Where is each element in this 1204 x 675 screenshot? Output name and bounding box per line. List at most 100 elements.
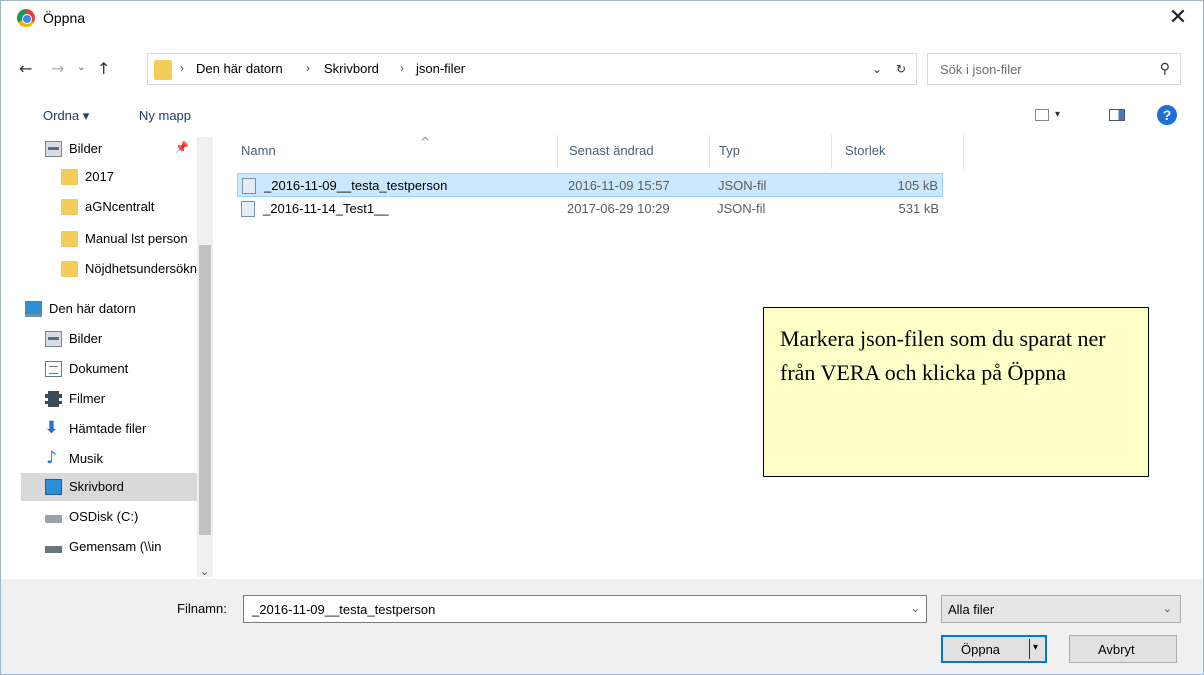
column-header-name[interactable]: Namn [241, 143, 276, 173]
file-type-select[interactable]: Alla filer ⌄ [941, 595, 1181, 623]
sidebar-item-label: Gemensam (\\in [69, 539, 162, 554]
search-placeholder: Sök i json-filer [940, 62, 1022, 77]
back-arrow-icon[interactable]: ← [19, 59, 32, 78]
chrome-app-icon [17, 9, 35, 27]
search-input[interactable]: Sök i json-filer ⚲ [927, 53, 1181, 85]
navigation-row: ← → ⌄ ↑ › Den här datorn › Skrivbord › j… [1, 53, 1203, 89]
organize-button[interactable]: Ordna ▾ [43, 108, 89, 124]
forward-arrow-icon[interactable]: → [51, 59, 64, 78]
up-arrow-icon[interactable]: ↑ [97, 59, 110, 78]
sidebar-item-hamtade-filer[interactable]: ⬇ Hämtade filer [41, 415, 199, 443]
cancel-button-label: Avbryt [1098, 642, 1135, 657]
filename-label: Filnamn: [177, 601, 227, 616]
file-type-dropdown-icon[interactable]: ⌄ [1163, 602, 1172, 615]
address-bar[interactable]: › Den här datorn › Skrivbord › json-file… [147, 53, 917, 85]
breadcrumb-json-filer[interactable]: json-filer [416, 61, 465, 76]
file-type: JSON-fil [717, 201, 766, 216]
sidebar-item-dokument[interactable]: Dokument [41, 355, 199, 383]
sidebar-item-skrivbord[interactable]: Skrivbord [21, 473, 199, 501]
file-type-value: Alla filer [948, 602, 995, 617]
network-drive-icon [45, 546, 62, 553]
open-options-dropdown-icon[interactable]: ▾ [1033, 642, 1038, 653]
sidebar-item-label: Musik [69, 451, 103, 466]
sidebar-item-label: Dokument [69, 361, 129, 376]
command-toolbar: Ordna ▾ Ny mapp ▾ ? [1, 101, 1203, 133]
column-header-size[interactable]: Storlek [845, 143, 885, 173]
json-file-icon [241, 201, 255, 217]
column-divider[interactable] [557, 135, 558, 169]
breadcrumb-separator-icon: › [306, 61, 310, 75]
file-name: _2016-11-09__testa_testperson [264, 178, 448, 193]
sidebar-item-this-pc[interactable]: Den här datorn [21, 295, 199, 323]
sidebar-item-label: aGNcentralt [85, 199, 155, 214]
cancel-button[interactable]: Avbryt [1069, 635, 1177, 663]
file-size: 105 kB [897, 178, 938, 193]
sidebar-item-label: Nöjdhetsundersökning [85, 261, 199, 276]
sidebar-item-filmer[interactable]: Filmer [41, 385, 199, 413]
breadcrumb-separator-icon: › [180, 61, 184, 75]
scroll-down-icon[interactable]: ⌄ [200, 565, 209, 578]
column-divider[interactable] [709, 135, 710, 169]
breadcrumb-skrivbord[interactable]: Skrivbord [324, 61, 379, 76]
file-type: JSON-fil [718, 178, 767, 193]
window-title: Öppna [43, 10, 86, 26]
sidebar-item-label: Bilder [69, 141, 103, 156]
sidebar-item-musik[interactable]: ♪ Musik [41, 445, 199, 473]
help-icon[interactable]: ? [1157, 105, 1177, 125]
search-icon[interactable]: ⚲ [1160, 61, 1170, 77]
file-modified: 2017-06-29 10:29 [567, 201, 670, 216]
file-modified: 2016-11-09 15:57 [568, 178, 670, 193]
instruction-callout: Markera json-filen som du sparat ner frå… [763, 307, 1149, 477]
folder-icon [61, 199, 78, 215]
close-button[interactable]: ✕ [1155, 3, 1201, 35]
address-dropdown-icon[interactable]: ⌄ [872, 62, 882, 76]
sidebar-item-2017[interactable]: 2017 [41, 163, 199, 191]
sidebar-item-manual[interactable]: Manual lst person [41, 225, 199, 253]
music-icon: ♪ [46, 448, 57, 468]
file-row[interactable]: _2016-11-09__testa_testperson 2016-11-09… [237, 173, 943, 197]
sort-ascending-icon: ^ [420, 135, 431, 149]
column-divider[interactable] [963, 135, 964, 169]
folder-icon [61, 261, 78, 277]
disk-icon [45, 515, 62, 523]
preview-pane-icon[interactable] [1109, 109, 1125, 121]
column-divider[interactable] [831, 135, 832, 169]
filename-dropdown-icon[interactable]: ⌄ [911, 602, 920, 615]
dialog-footer: Filnamn: _2016-11-09__testa_testperson ⌄… [1, 579, 1203, 674]
title-bar: Öppna ✕ [1, 1, 1203, 39]
column-header-type[interactable]: Typ [719, 143, 740, 173]
sidebar-item-label: Manual lst person [85, 231, 188, 246]
sidebar-item-label: Den här datorn [49, 301, 136, 316]
sidebar-item-bilder[interactable]: Bilder [41, 325, 199, 353]
breadcrumb-den-har-datorn[interactable]: Den här datorn [196, 61, 283, 76]
recent-locations-dropdown-icon[interactable]: ⌄ [77, 62, 85, 73]
navigation-pane: Bilder 📌 ^ 2017 aGNcentralt Manual lst p… [21, 135, 215, 575]
file-size: 531 kB [898, 201, 939, 216]
filename-input[interactable]: _2016-11-09__testa_testperson ⌄ [243, 595, 927, 623]
split-divider [1029, 639, 1030, 659]
column-header-modified[interactable]: Senast ändrad [569, 143, 654, 173]
downloads-icon: ⬇ [44, 418, 59, 438]
videos-icon [45, 391, 62, 407]
pin-icon[interactable]: 📌 [175, 141, 189, 154]
sidebar-item-agncentralt[interactable]: aGNcentralt [41, 193, 199, 221]
sidebar-item-nojdhet[interactable]: Nöjdhetsundersökning [41, 255, 199, 283]
refresh-icon[interactable]: ↻ [896, 62, 906, 76]
open-button[interactable]: Öppna ▾ [941, 635, 1047, 663]
folder-icon [154, 60, 172, 80]
sidebar-item-label: Filmer [69, 391, 106, 406]
open-button-label: Öppna [961, 642, 1001, 657]
sidebar-item-osdisk[interactable]: OSDisk (C:) [41, 503, 199, 531]
sidebar-item-gemensam[interactable]: Gemensam (\\in [41, 533, 199, 561]
new-folder-button[interactable]: Ny mapp [139, 108, 191, 123]
sidebar-item-label: OSDisk (C:) [69, 509, 139, 524]
folder-icon [61, 169, 78, 185]
pictures-icon [45, 331, 62, 347]
scrollbar-thumb[interactable] [199, 245, 211, 535]
view-dropdown-icon[interactable]: ▾ [1055, 109, 1060, 120]
file-row[interactable]: _2016-11-14_Test1__ 2017-06-29 10:29 JSO… [237, 197, 943, 221]
documents-icon [45, 361, 62, 377]
navigation-scrollbar[interactable] [197, 137, 213, 577]
json-file-icon [242, 178, 256, 194]
view-options-icon[interactable] [1035, 109, 1049, 121]
